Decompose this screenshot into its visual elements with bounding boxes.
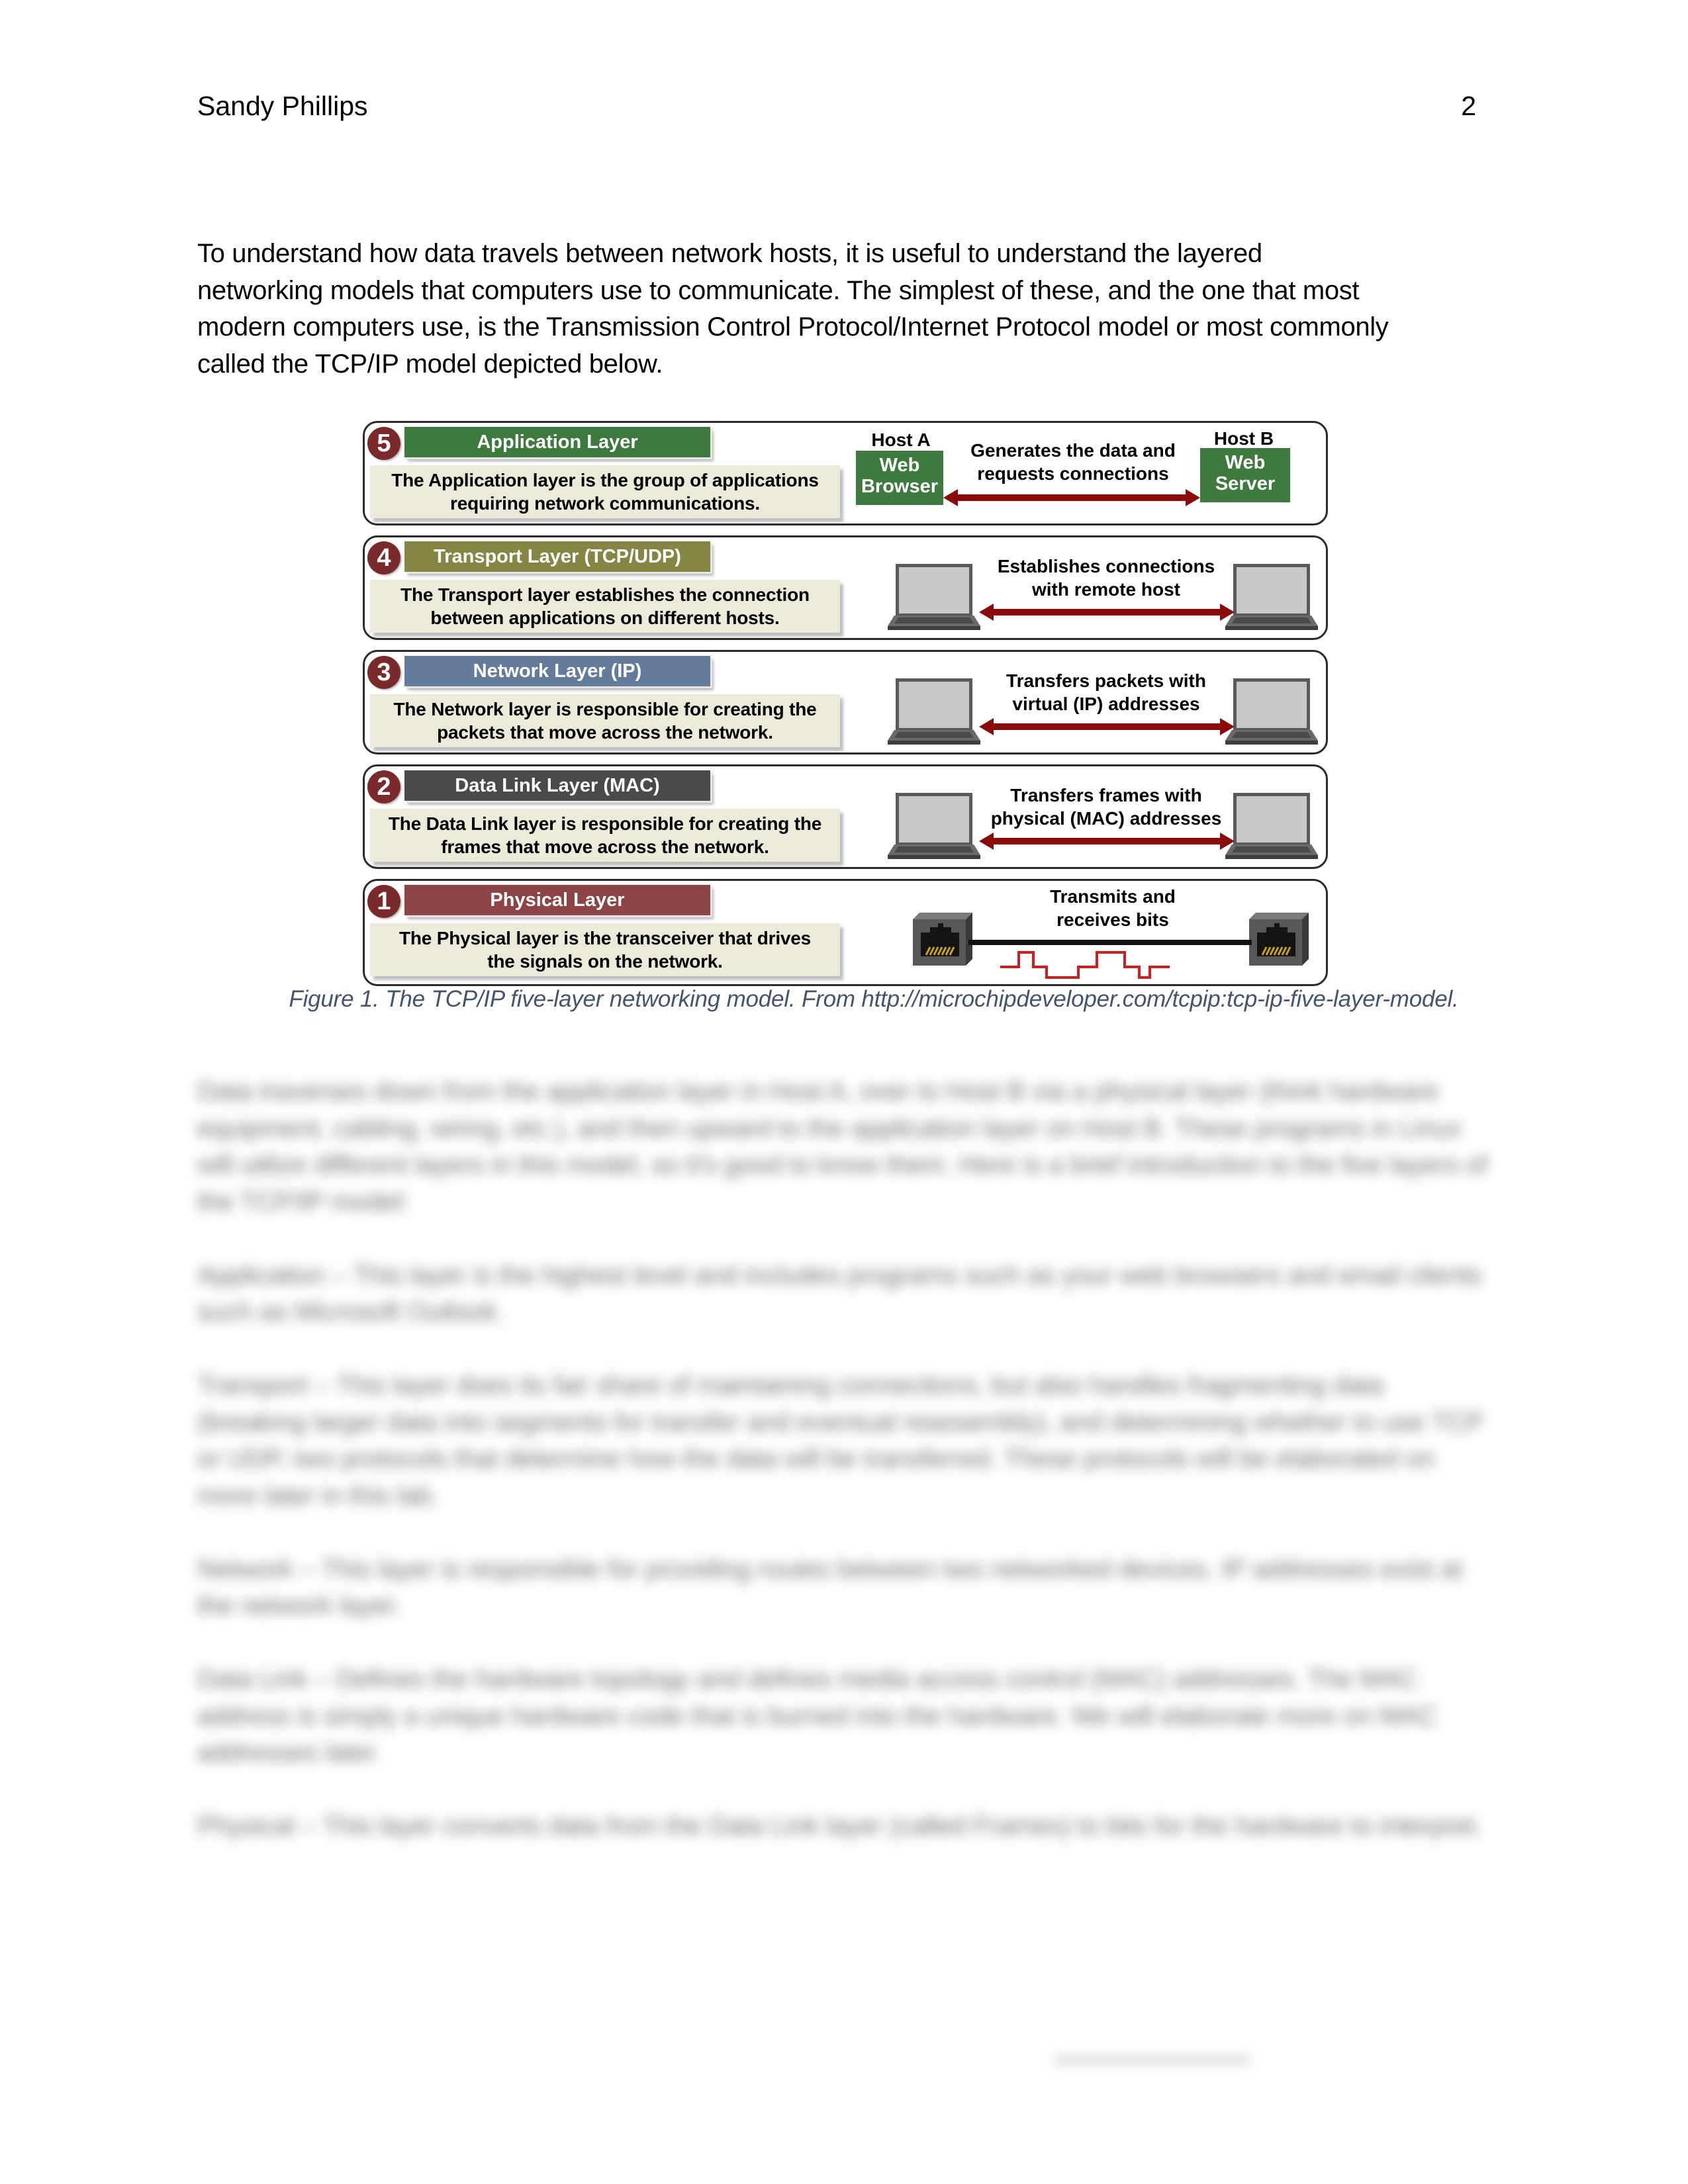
web-server-box: Web Server <box>1200 448 1290 502</box>
host-b-line: Web <box>1225 452 1266 473</box>
layer-description: The Physical layer is the transceiver th… <box>370 923 840 976</box>
layer-row-3: 3 Network Layer (IP) The Network layer i… <box>363 650 1328 754</box>
layer-function-line: physical (MAC) addresses <box>990 808 1222 829</box>
layer-title: Network Layer (IP) <box>404 656 710 686</box>
host-b-label: Host B <box>1213 428 1274 449</box>
host-b-line: Server <box>1215 473 1276 494</box>
layer-number-badge: 2 <box>367 770 400 803</box>
layer-function-line: requests connections <box>977 463 1169 484</box>
double-arrow-icon <box>979 604 1235 621</box>
host-a-laptop-icon <box>888 678 980 745</box>
header-page-number: 2 <box>1461 91 1476 121</box>
layer-description-line: The Data Link layer is responsible for c… <box>388 813 822 834</box>
layer-description: The Data Link layer is responsible for c… <box>370 809 840 862</box>
layer-description: The Transport layer establishes the conn… <box>370 580 840 633</box>
body-paragraph: Network – This layer is responsible for … <box>197 1554 1463 1621</box>
layer-row-2: 2 Data Link Layer (MAC) The Data Link la… <box>363 764 1328 869</box>
host-a-line: Browser <box>861 476 939 497</box>
intro-line: To understand how data travels between n… <box>197 239 1262 268</box>
layer-description-line: packets that move across the network. <box>437 722 773 743</box>
layer-function-line: virtual (IP) addresses <box>1012 694 1200 714</box>
layer-function-line: Transmits and <box>1050 886 1176 907</box>
layer-function-line: with remote host <box>1031 579 1180 600</box>
host-b-laptop-icon <box>1225 678 1318 745</box>
layer-title: Physical Layer <box>404 885 710 915</box>
layer-function-text: Transmits and receives bits <box>987 885 1239 931</box>
layer-function-text: Transfers frames with physical (MAC) add… <box>980 784 1232 830</box>
layer-description-line: between applications on different hosts. <box>430 608 780 628</box>
layer-title: Transport Layer (TCP/UDP) <box>404 541 710 572</box>
layer-description-line: The Physical layer is the transceiver th… <box>399 928 812 948</box>
intro-line: called the TCP/IP model depicted below. <box>197 349 663 379</box>
layer-description-line: requiring network communications. <box>450 493 760 514</box>
web-browser-box: Web Browser <box>856 451 943 505</box>
body-paragraph: Physical – This layer converts data from… <box>197 1811 1483 1841</box>
layer-function-line: Establishes connections <box>997 556 1215 576</box>
layer-function-line: Transfers packets with <box>1006 670 1206 691</box>
layer-number-badge: 3 <box>367 656 400 689</box>
host-b-laptop-icon <box>1225 793 1318 859</box>
double-arrow-icon <box>979 833 1235 850</box>
bit-signal-waveform-icon <box>1000 951 1170 979</box>
layer-title: Application Layer <box>404 427 710 457</box>
blurred-body-text: Data traverses down from the application… <box>197 1073 1495 1882</box>
ethernet-jack-icon <box>1249 913 1309 966</box>
figure-caption: Figure 1. The TCP/IP five-layer networki… <box>289 986 1459 1012</box>
intro-paragraph: To understand how data travels between n… <box>197 236 1495 383</box>
layer-row-1: 1 Physical Layer The Physical layer is t… <box>363 879 1328 986</box>
layer-function-text: Establishes connections with remote host <box>980 555 1232 601</box>
tcp-ip-model-figure: 5 Application Layer The Application laye… <box>363 421 1331 991</box>
layer-row-5: 5 Application Layer The Application laye… <box>363 421 1328 525</box>
double-arrow-icon <box>943 489 1200 506</box>
layer-function-line: receives bits <box>1056 909 1169 930</box>
layer-number-badge: 1 <box>367 885 400 918</box>
host-a-laptop-icon <box>888 793 980 859</box>
body-paragraph: Application – This layer is the highest … <box>197 1260 1482 1327</box>
layer-title: Data Link Layer (MAC) <box>404 770 710 801</box>
host-b-laptop-icon <box>1225 564 1318 630</box>
layer-description: The Network layer is responsible for cre… <box>370 694 840 747</box>
layer-description-line: The Application layer is the group of ap… <box>391 470 819 490</box>
layer-function-line: Generates the data and <box>970 440 1176 461</box>
layer-function-line: Transfers frames with <box>1010 785 1202 805</box>
layer-description-line: The Transport layer establishes the conn… <box>400 584 810 605</box>
body-paragraph: Data traverses down from the application… <box>197 1077 1488 1216</box>
layer-function-text: Transfers packets with virtual (IP) addr… <box>980 669 1232 715</box>
header-author: Sandy Phillips <box>197 91 368 121</box>
body-paragraph: Transport – This layer does its fair sha… <box>197 1371 1483 1510</box>
body-paragraph: Data Link – Defines the hardware topolog… <box>197 1664 1438 1767</box>
layer-description-line: frames that move across the network. <box>441 837 769 857</box>
footer-blur <box>1053 2054 1251 2066</box>
layer-number-badge: 5 <box>367 427 400 460</box>
cable-line <box>968 940 1252 945</box>
intro-line: modern computers use, is the Transmissio… <box>197 312 1389 341</box>
host-a-label: Host A <box>871 430 931 450</box>
host-a-laptop-icon <box>888 564 980 630</box>
double-arrow-icon <box>979 718 1235 735</box>
layer-function-text: Generates the data and requests connecti… <box>947 439 1199 485</box>
layer-description-line: The Network layer is responsible for cre… <box>393 699 817 719</box>
intro-line: networking models that computers use to … <box>197 275 1360 305</box>
host-a-line: Web <box>879 455 920 476</box>
layer-row-4: 4 Transport Layer (TCP/UDP) The Transpor… <box>363 535 1328 640</box>
layer-description-line: the signals on the network. <box>487 951 723 972</box>
layer-description: The Application layer is the group of ap… <box>370 465 840 518</box>
ethernet-jack-icon <box>913 913 972 966</box>
layer-number-badge: 4 <box>367 541 400 574</box>
